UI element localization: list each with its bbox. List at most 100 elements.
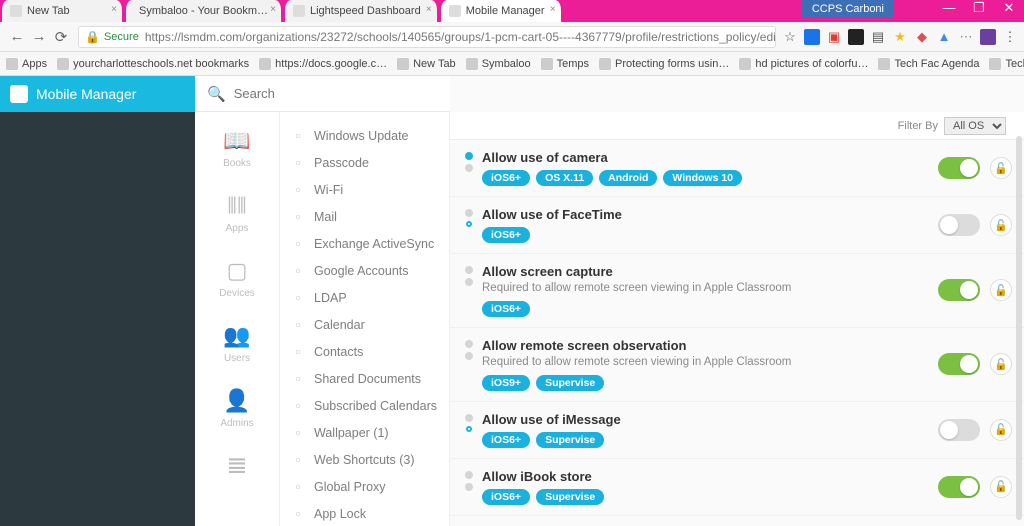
window-close-icon[interactable]: ✕	[994, 0, 1024, 22]
reload-icon[interactable]: ⟳	[50, 28, 72, 46]
browser-tab[interactable]: New Tab ×	[2, 0, 122, 22]
dot-icon	[465, 414, 473, 422]
lock-icon[interactable]: 🔓	[990, 476, 1012, 498]
toggle-knob-icon	[940, 216, 958, 234]
rail-books[interactable]: 📖Books	[223, 128, 251, 169]
filter-select[interactable]: All OS	[944, 117, 1006, 135]
settings-item-label: Calendar	[314, 318, 365, 332]
settings-item[interactable]: ▫Web Shortcuts (3)	[280, 446, 449, 473]
rail-label: Admins	[220, 418, 253, 429]
bookmark-item[interactable]: Symbaloo	[466, 58, 531, 70]
chrome-user-badge[interactable]: CCPS Carboni	[802, 0, 894, 18]
settings-item[interactable]: ▫Subscribed Calendars	[280, 392, 449, 419]
settings-item[interactable]: ▫Google Accounts	[280, 257, 449, 284]
settings-item-label: App Lock	[314, 507, 366, 521]
os-chip: iOS6+	[482, 227, 530, 243]
settings-item[interactable]: ▫Calendar	[280, 311, 449, 338]
browser-tab[interactable]: Lightspeed Dashboard ×	[285, 0, 437, 22]
rule-toggle[interactable]	[938, 353, 980, 375]
ext-icon[interactable]: ★	[892, 29, 908, 45]
browser-tab-active[interactable]: Mobile Manager ×	[441, 0, 561, 22]
bookmark-item[interactable]: Tech Fac Agenda	[878, 58, 979, 70]
rail-label: Books	[223, 158, 251, 169]
site-icon	[466, 58, 478, 70]
search-input[interactable]	[232, 85, 412, 102]
forward-icon[interactable]: →	[28, 28, 50, 45]
rail-apps[interactable]: ⦀⦀Apps	[226, 193, 249, 234]
favicon	[293, 5, 305, 17]
chrome-menu-icon[interactable]: ⋮	[1002, 29, 1018, 45]
toggle-knob-icon	[960, 281, 978, 299]
favicon	[10, 5, 22, 17]
toggle-knob-icon	[940, 421, 958, 439]
rule-chips: iOS6+	[482, 301, 938, 317]
lock-icon[interactable]: 🔓	[990, 279, 1012, 301]
bookmark-item[interactable]: New Tab	[397, 58, 456, 70]
star-icon[interactable]: ☆	[782, 29, 798, 45]
ext-icon[interactable]: ◆	[914, 29, 930, 45]
dot-icon	[465, 483, 473, 491]
close-icon[interactable]: ×	[270, 4, 276, 15]
ext-icon[interactable]	[848, 29, 864, 45]
bookmark-item[interactable]: Temps	[541, 58, 589, 70]
rule-toggle[interactable]	[938, 279, 980, 301]
rail-users[interactable]: 👥Users	[223, 323, 250, 364]
rule-title: Allow use of FaceTime	[482, 207, 938, 222]
bookmark-label: New Tab	[413, 58, 456, 70]
rule-toggle[interactable]	[938, 157, 980, 179]
settings-item[interactable]: ▫Wi-Fi	[280, 176, 449, 203]
ext-icon[interactable]	[804, 29, 820, 45]
bookmark-item[interactable]: yourcharlotteschools.net bookmarks	[57, 58, 249, 70]
window-minimize-icon[interactable]: —	[934, 0, 964, 22]
settings-item[interactable]: ▫Passcode	[280, 149, 449, 176]
bookmark-item[interactable]: Tech Fac	[989, 58, 1024, 70]
rail-devices[interactable]: ▢Devices	[219, 258, 255, 299]
ext-icon[interactable]: ⋯	[958, 29, 974, 45]
bookmark-label: Protecting forms usin…	[615, 58, 729, 70]
close-icon[interactable]: ×	[426, 4, 432, 15]
back-icon[interactable]: ←	[6, 28, 28, 45]
settings-item[interactable]: ▫App Lock	[280, 500, 449, 526]
settings-item[interactable]: ▫Windows Update	[280, 122, 449, 149]
rail-label: Apps	[226, 223, 249, 234]
bookmark-item[interactable]: Protecting forms usin…	[599, 58, 729, 70]
close-icon[interactable]: ×	[550, 4, 556, 15]
rule-toggle[interactable]	[938, 419, 980, 441]
rule-body: Allow use of cameraiOS6+OS X.11AndroidWi…	[482, 150, 938, 186]
settings-item-label: Google Accounts	[314, 264, 409, 278]
ext-icon[interactable]: ▤	[870, 29, 886, 45]
bookmark-item[interactable]: hd pictures of colorfu…	[739, 58, 868, 70]
settings-item[interactable]: ▫Wallpaper (1)	[280, 419, 449, 446]
browser-tab[interactable]: Symbaloo - Your Bookm… ×	[126, 0, 281, 22]
lock-icon[interactable]: 🔓	[990, 353, 1012, 375]
rule-controls: 🔓	[938, 207, 1012, 243]
settings-item[interactable]: ▫Contacts	[280, 338, 449, 365]
rule-toggle[interactable]	[938, 214, 980, 236]
settings-item[interactable]: ▫Mail	[280, 203, 449, 230]
rule-body: Allow iBook storeiOS6+Supervise	[482, 469, 938, 505]
rail-settings[interactable]: 𝌆	[227, 453, 247, 479]
bookmark-label: Temps	[557, 58, 589, 70]
settings-item[interactable]: ▫Exchange ActiveSync	[280, 230, 449, 257]
settings-item[interactable]: ▫Shared Documents	[280, 365, 449, 392]
brand[interactable]: Mobile Manager	[0, 76, 195, 112]
dot-icon	[465, 352, 473, 360]
rule-chips: iOS6+OS X.11AndroidWindows 10	[482, 170, 938, 186]
window-maximize-icon[interactable]: ❐	[964, 0, 994, 22]
lock-icon[interactable]: 🔓	[990, 419, 1012, 441]
lock-icon[interactable]: 🔓	[990, 214, 1012, 236]
bookmark-item[interactable]: https://docs.google.c…	[259, 58, 387, 70]
tab-title: New Tab	[27, 5, 70, 17]
ext-icon[interactable]: ▲	[936, 29, 952, 45]
lock-icon[interactable]: 🔓	[990, 157, 1012, 179]
address-bar[interactable]: 🔒 Secure https://lsmdm.com /organization…	[78, 26, 776, 48]
ext-icon[interactable]: ▣	[826, 29, 842, 45]
rule-toggle[interactable]	[938, 476, 980, 498]
settings-item[interactable]: ▫LDAP	[280, 284, 449, 311]
apps-button[interactable]: Apps	[6, 58, 47, 70]
ext-icon[interactable]	[980, 29, 996, 45]
app-root: Mobile Manager 🔍 Sign out 📖Books ⦀⦀Apps …	[0, 76, 1024, 526]
settings-item[interactable]: ▫Global Proxy	[280, 473, 449, 500]
close-icon[interactable]: ×	[111, 4, 117, 15]
rail-admins[interactable]: 👤Admins	[220, 388, 253, 429]
